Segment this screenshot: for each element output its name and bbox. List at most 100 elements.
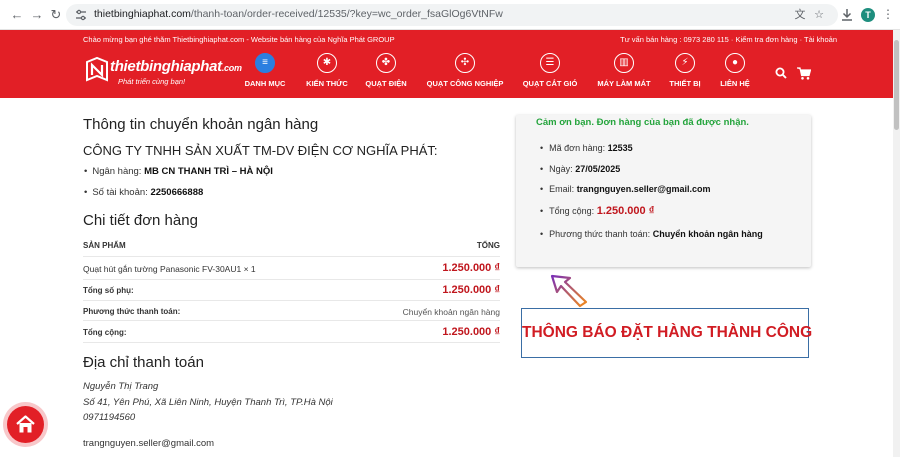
order-date-label: Ngày: bbox=[549, 164, 573, 174]
back-icon[interactable]: ← bbox=[8, 6, 26, 24]
search-icon[interactable] bbox=[775, 67, 787, 79]
order-email-value: trangnguyen.seller@gmail.com bbox=[576, 184, 711, 194]
site-settings-icon[interactable] bbox=[74, 8, 88, 22]
menu-kien-thuc[interactable]: ✱ KIẾN THỨC bbox=[304, 53, 350, 88]
order-summary-box: Cảm ơn bạn. Đơn hàng của bạn đã được nhậ… bbox=[516, 115, 811, 267]
total-label: Tổng cộng: bbox=[83, 328, 127, 337]
cooler-icon: ▥ bbox=[614, 53, 634, 73]
payment-method-value: Chuyển khoản ngân hàng bbox=[402, 307, 500, 317]
menu-lien-he[interactable]: ● LIÊN HỆ bbox=[716, 53, 754, 88]
menu-quat-cat-gio[interactable]: ☰ QUẠT CẮT GIÓ bbox=[519, 53, 581, 88]
col-total-header: TỔNG bbox=[476, 241, 500, 250]
reload-icon[interactable]: ↻ bbox=[47, 6, 65, 24]
url-path: /thanh-toan/order-received/12535/?key=wc… bbox=[190, 8, 503, 20]
billing-phone: 0971194560 bbox=[83, 412, 136, 423]
order-payment-value: Chuyển khoản ngân hàng bbox=[652, 229, 763, 239]
home-button[interactable] bbox=[7, 406, 44, 443]
menu-quat-dien[interactable]: ✤ QUẠT ĐIỆN bbox=[363, 53, 409, 88]
cart-icon[interactable] bbox=[797, 67, 811, 80]
subtotal-value: 1.250.000 ₫ bbox=[442, 284, 500, 296]
menu-danh-muc[interactable]: ≡ DANH MỤC bbox=[243, 53, 287, 88]
bookmark-star-icon[interactable]: ☆ bbox=[812, 8, 826, 22]
fan-icon: ✤ bbox=[376, 53, 396, 73]
site-header: Chào mừng bạn ghé thăm Thietbinghiaphat.… bbox=[0, 30, 900, 98]
menu-thiet-bi[interactable]: ⚡ THIẾT BỊ bbox=[667, 53, 703, 88]
menu-label: DANH MỤC bbox=[244, 79, 286, 88]
location-icon: ● bbox=[725, 53, 745, 73]
profile-avatar[interactable]: T bbox=[861, 8, 875, 22]
bank-name-row: Ngân hàng: MB CN THANH TRÌ – HÀ NỘI bbox=[84, 166, 273, 177]
order-number-value: 12535 bbox=[607, 143, 633, 153]
item-price: 1.250.000 ₫ bbox=[442, 262, 500, 274]
forward-icon[interactable]: → bbox=[28, 6, 46, 24]
total-value: 1.250.000 ₫ bbox=[442, 326, 500, 338]
order-success-banner: THÔNG BÁO ĐẶT HÀNG THÀNH CÔNG bbox=[521, 308, 812, 358]
menu-label: LIÊN HỆ bbox=[720, 79, 750, 88]
bulb-icon: ✱ bbox=[317, 53, 337, 73]
order-number-row: Mã đơn hàng: 12535 bbox=[540, 143, 633, 153]
hotline-links[interactable]: Tư vấn bán hàng : 0973 280 115 · Kiểm tr… bbox=[620, 35, 837, 44]
table-row: Tổng cộng: 1.250.000 ₫ bbox=[83, 321, 500, 343]
billing-street: Số 41, Yên Phú, Xã Liên Ninh, Huyện Than… bbox=[83, 397, 333, 408]
translate-icon[interactable]: 文 bbox=[793, 8, 807, 22]
order-total-label: Tổng cộng: bbox=[549, 206, 595, 216]
menu-label: QUẠT CÔNG NGHIỆP bbox=[426, 79, 504, 88]
scrollbar-thumb[interactable] bbox=[894, 40, 899, 130]
order-payment-label: Phương thức thanh toán: bbox=[549, 229, 651, 239]
menu-icon: ≡ bbox=[255, 53, 275, 73]
order-email-label: Email: bbox=[549, 184, 575, 194]
account-number-label: Số tài khoản: bbox=[92, 187, 148, 198]
order-payment-row: Phương thức thanh toán: Chuyển khoản ngâ… bbox=[540, 229, 763, 239]
site-logo[interactable]: thietbinghiaphat.com Phát triển cùng bạn… bbox=[84, 54, 242, 92]
browser-toolbar: ← → ↻ thietbinghiaphat.com/thanh-toan/or… bbox=[0, 0, 900, 30]
menu-label: QUẠT CẮT GIÓ bbox=[522, 79, 578, 88]
order-details-title: Chi tiết đơn hàng bbox=[83, 212, 198, 229]
thank-you-message: Cảm ơn bạn. Đơn hàng của bạn đã được nhậ… bbox=[536, 117, 749, 128]
order-number-label: Mã đơn hàng: bbox=[549, 143, 606, 153]
industrial-fan-icon: ✣ bbox=[455, 53, 475, 73]
logo-domain: .com bbox=[221, 63, 242, 73]
logo-mark-icon bbox=[86, 56, 108, 82]
url-host: thietbinghiaphat.com bbox=[94, 8, 191, 20]
table-row: Quạt hút gắn tường Panasonic FV-30AU1 × … bbox=[83, 257, 500, 280]
bank-info-title: Thông tin chuyển khoản ngân hàng bbox=[83, 116, 319, 133]
table-row: Tổng số phụ: 1.250.000 ₫ bbox=[83, 280, 500, 301]
menu-label: KIẾN THỨC bbox=[306, 79, 348, 88]
air-curtain-icon: ☰ bbox=[540, 53, 560, 73]
order-date-value: 27/05/2025 bbox=[575, 164, 621, 174]
menu-may-lam-mat[interactable]: ▥ MÁY LÀM MÁT bbox=[594, 53, 654, 88]
col-product-header: SẢN PHẨM bbox=[83, 241, 126, 250]
payment-method-label: Phương thức thanh toán: bbox=[83, 307, 181, 316]
subtotal-label: Tổng số phụ: bbox=[83, 286, 134, 295]
page-scrollbar[interactable] bbox=[893, 30, 900, 457]
bank-name-label: Ngân hàng: bbox=[92, 166, 142, 177]
company-name: CÔNG TY TNHH SẢN XUẤT TM-DV ĐIỆN CƠ NGHĨ… bbox=[83, 143, 438, 158]
account-number-row: Số tài khoản: 2250666888 bbox=[84, 187, 203, 198]
device-icon: ⚡ bbox=[675, 53, 695, 73]
address-bar[interactable]: thietbinghiaphat.com/thanh-toan/order-re… bbox=[66, 4, 838, 26]
billing-address-title: Địa chỉ thanh toán bbox=[83, 354, 204, 371]
table-header-row: SẢN PHẨM TỔNG bbox=[83, 236, 500, 257]
more-menu-icon[interactable]: ⋮ bbox=[882, 6, 894, 22]
download-icon[interactable] bbox=[840, 7, 854, 23]
bank-name-value: MB CN THANH TRÌ – HÀ NỘI bbox=[144, 166, 273, 177]
table-row: Phương thức thanh toán: Chuyển khoản ngâ… bbox=[83, 301, 500, 321]
order-total-row: Tổng cộng: 1.250.000 ₫ bbox=[540, 205, 654, 217]
order-total-value: 1.250.000 ₫ bbox=[596, 205, 655, 217]
menu-label: MÁY LÀM MÁT bbox=[597, 79, 651, 88]
logo-name: thietbinghiaphat.com bbox=[110, 58, 242, 75]
welcome-text: Chào mừng bạn ghé thăm Thietbinghiaphat.… bbox=[83, 35, 395, 44]
logo-name-main: thietbinghiaphat bbox=[110, 58, 222, 75]
menu-label: THIẾT BỊ bbox=[669, 79, 701, 88]
url-text: thietbinghiaphat.com/thanh-toan/order-re… bbox=[94, 8, 503, 20]
account-number-value: 2250666888 bbox=[150, 187, 204, 198]
menu-label: QUẠT ĐIỆN bbox=[365, 79, 407, 88]
home-icon bbox=[16, 415, 35, 433]
billing-name: Nguyễn Thị Trang bbox=[83, 381, 159, 392]
logo-tagline: Phát triển cùng bạn! bbox=[118, 77, 186, 86]
menu-quat-cong-nghiep[interactable]: ✣ QUẠT CÔNG NGHIỆP bbox=[424, 53, 506, 88]
billing-email: trangnguyen.seller@gmail.com bbox=[83, 438, 215, 449]
item-name[interactable]: Quạt hút gắn tường Panasonic FV-30AU1 × … bbox=[83, 264, 256, 274]
order-email-row: Email: trangnguyen.seller@gmail.com bbox=[540, 184, 711, 194]
pointer-arrow-icon bbox=[550, 274, 588, 308]
